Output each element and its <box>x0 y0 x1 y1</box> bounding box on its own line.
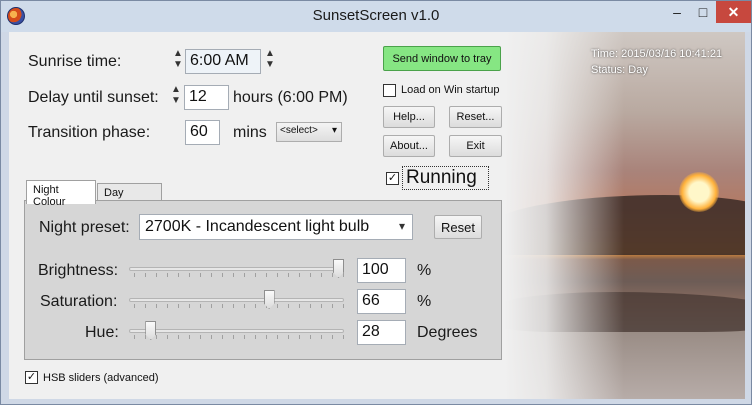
app-window: SunsetScreen v1.0 – □ ✕ Time: 2015/03/16… <box>0 0 752 405</box>
sunset-photo: Time: 2015/03/16 10:41:21 Status: Day <box>504 32 745 399</box>
close-button[interactable]: ✕ <box>716 1 751 23</box>
sunrise-minute-spinner[interactable]: ▲ ▼ <box>264 48 276 74</box>
hue-slider-track[interactable] <box>129 329 344 333</box>
client-area: Time: 2015/03/16 10:41:21 Status: Day Su… <box>9 32 745 399</box>
night-preset-select[interactable]: 2700K - Incandescent light bulb ▾ <box>139 214 413 240</box>
transition-select[interactable]: <select> ▾ <box>276 122 342 142</box>
minimize-button[interactable]: – <box>664 1 690 23</box>
delay-label: Delay until sunset: <box>28 89 159 106</box>
brightness-slider-track[interactable] <box>129 267 344 271</box>
running-checkbox[interactable]: ✓ <box>386 172 399 185</box>
chevron-down-icon: ▾ <box>331 125 337 136</box>
status-readout: Time: 2015/03/16 10:41:21 Status: Day <box>591 46 722 78</box>
send-to-tray-button[interactable]: Send window to tray <box>383 46 501 71</box>
transition-label: Transition phase: <box>28 124 151 141</box>
running-focus-box: Running <box>402 166 489 190</box>
saturation-unit: % <box>417 293 432 310</box>
hue-label: Hue: <box>85 324 119 341</box>
title-bar: SunsetScreen v1.0 – □ ✕ <box>1 1 751 32</box>
brightness-label: Brightness: <box>38 262 119 279</box>
spin-down-icon[interactable]: ▼ <box>170 95 182 106</box>
sunrise-time-field[interactable]: 6:00 AM <box>185 49 261 74</box>
spin-up-icon[interactable]: ▲ <box>170 84 182 95</box>
night-preset-value: 2700K - Incandescent light bulb <box>145 218 370 235</box>
running-label: Running <box>406 167 477 188</box>
spin-up-icon[interactable]: ▲ <box>264 48 276 59</box>
night-preset-label: Night preset: <box>39 219 130 236</box>
saturation-slider-track[interactable] <box>129 298 344 302</box>
hue-unit: Degrees <box>417 324 478 341</box>
tab-night-colour[interactable]: Night Colour <box>26 180 96 208</box>
spin-up-icon[interactable]: ▲ <box>172 48 184 59</box>
hsb-sliders-label: HSB sliders (advanced) <box>43 372 159 384</box>
brightness-unit: % <box>417 262 432 279</box>
load-on-startup-checkbox[interactable] <box>383 84 396 97</box>
saturation-value-field[interactable]: 66 <box>357 289 406 314</box>
maximize-button[interactable]: □ <box>690 1 716 23</box>
saturation-label: Saturation: <box>40 293 118 310</box>
delay-hours-field[interactable]: 12 <box>184 85 229 110</box>
about-button[interactable]: About... <box>383 135 435 157</box>
sunrise-hour-spinner[interactable]: ▲ ▼ <box>172 48 184 74</box>
sunrise-time-label: Sunrise time: <box>28 53 122 70</box>
spin-down-icon[interactable]: ▼ <box>264 59 276 70</box>
transition-mins-field[interactable]: 60 <box>185 120 220 145</box>
hue-value-field[interactable]: 28 <box>357 320 406 345</box>
chevron-down-icon: ▾ <box>398 219 405 233</box>
brightness-value-field[interactable]: 100 <box>357 258 406 283</box>
delay-spinner[interactable]: ▲ ▼ <box>170 84 182 110</box>
help-button[interactable]: Help... <box>383 106 435 128</box>
transition-select-value: <select> <box>280 125 318 136</box>
delay-unit-label: hours (6:00 PM) <box>233 89 348 106</box>
spin-down-icon[interactable]: ▼ <box>172 59 184 70</box>
hsb-sliders-checkbox[interactable]: ✓ <box>25 371 38 384</box>
reset-button[interactable]: Reset... <box>449 106 502 128</box>
transition-unit-label: mins <box>233 124 267 141</box>
load-on-startup-label: Load on Win startup <box>401 84 500 96</box>
window-title: SunsetScreen v1.0 <box>312 7 440 24</box>
status-readout-text: Status: Day <box>591 64 648 76</box>
night-reset-button[interactable]: Reset <box>434 215 482 239</box>
time-readout: Time: 2015/03/16 10:41:21 <box>591 48 723 60</box>
exit-button[interactable]: Exit <box>449 135 502 157</box>
